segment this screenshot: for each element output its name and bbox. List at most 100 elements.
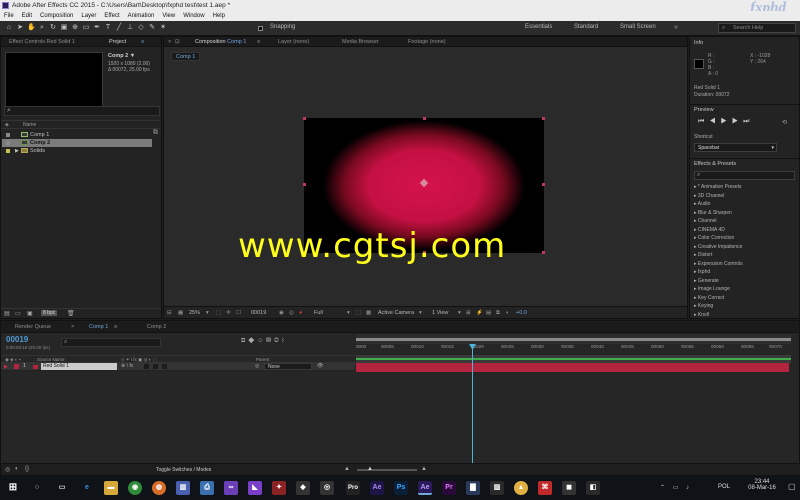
zoom-level[interactable]: 25% [189,309,200,317]
visual-studio-icon[interactable]: ∞ [224,481,238,495]
brush-tool-icon[interactable]: ╱ [115,24,123,32]
tab-footage[interactable]: Footage (none) [408,38,446,47]
effect-category[interactable]: ▸ Key Correct [694,295,724,301]
anchor-point-icon[interactable] [419,178,429,188]
current-time-field[interactable]: 00019 [251,309,266,317]
layer-switches-icon[interactable]: ◎ [5,466,10,473]
zoom-tool-icon[interactable]: ⌕ [38,24,46,32]
layer-handle[interactable] [542,117,545,120]
puppet-tool-icon[interactable]: ✶ [159,24,167,32]
zoom-out-icon[interactable]: ▲ [344,466,350,472]
layer-row[interactable]: ▶ 1 Red Solid 1 ⊕ \ fx ◎ None 👁 [1,363,355,371]
effect-category[interactable]: ▸ Expression Controls [694,261,743,267]
premiere-icon[interactable]: Pr [442,481,456,495]
reset-exposure-icon[interactable]: ◐ [506,309,509,317]
menu-animation[interactable]: Animation [124,11,159,21]
parent-dropdown[interactable]: None [264,363,312,370]
project-item[interactable]: Comp 2 [2,139,152,147]
fit-icon[interactable]: ⬚ [216,309,221,317]
column-parent[interactable]: Parent [256,357,269,362]
fast-previews-icon[interactable]: ⚡ [476,309,483,317]
current-timecode[interactable]: 00019 [6,335,28,344]
transfer-controls-icon[interactable]: ◐ [15,466,19,472]
interpret-footage-icon[interactable]: ▤ [4,310,10,317]
tab-comp-1[interactable]: Comp 1 [89,323,108,332]
pen-tool-icon[interactable]: ✒ [93,24,101,32]
firefox-icon[interactable]: ◍ [152,481,166,495]
workspace-small-screen[interactable]: Small Screen [620,24,656,30]
menu-file[interactable]: File [0,11,18,21]
effect-category[interactable]: ▸ Knoll [694,312,709,318]
printer-icon[interactable]: ⎙ [200,481,214,495]
flowchart-icon[interactable]: ⧉ [153,129,158,137]
menu-window[interactable]: Window [179,11,208,21]
chrome-icon[interactable]: ◉ [128,481,142,495]
layer-label-swatch[interactable] [14,364,19,369]
zoom-slider-handle[interactable]: ▲ [367,466,373,472]
tab-composition[interactable]: Composition Comp 1 [195,38,246,47]
shortcut-dropdown[interactable]: Spacebar ▾ [694,143,777,152]
show-snapshot-icon[interactable]: ◎ [289,309,294,317]
hand-tool-icon[interactable]: ✋ [27,24,36,32]
pan-behind-tool-icon[interactable]: ⊕ [71,24,79,32]
column-source-name[interactable]: Source Name [37,357,65,362]
project-search-input[interactable]: ⌕ [4,106,160,116]
keyboard-language[interactable]: POL [718,484,730,490]
graph-editor-icon[interactable]: ⌇ [282,338,287,344]
next-frame-icon[interactable]: ▶ [732,118,743,125]
layer-handle[interactable] [303,117,306,120]
layer-name[interactable]: Red Solid 1 [41,363,117,370]
zoom-in-icon[interactable]: ▲ [421,466,427,472]
windows-start-icon[interactable]: ⊞ [6,481,20,495]
effect-category[interactable]: ▸ Creative Impatience [694,244,742,250]
workspace-standard[interactable]: Standard [574,24,598,30]
eraser-tool-icon[interactable]: ◇ [137,24,145,32]
effect-category[interactable]: ▸ CINEMA 4D [694,227,725,233]
lock-icon[interactable]: ⊡ [175,38,180,47]
tab-effect-controls[interactable]: Effect Controls Red Solid 1 [9,38,75,47]
timeline-search-input[interactable]: ⌕ [61,338,161,347]
expand-arrow-icon[interactable]: ▶ [15,147,19,155]
frame-blending-icon[interactable]: ▥ [266,338,274,344]
new-folder-icon[interactable]: ▭ [15,310,21,317]
effect-category[interactable]: ▸ Audio [694,201,710,207]
switch-box[interactable] [153,364,158,369]
camera-tool-icon[interactable]: ▣ [60,24,68,32]
timeline-icon[interactable]: ▤ [486,309,491,317]
effect-category[interactable]: ▸ * Animation Presets [694,184,742,190]
menu-effect[interactable]: Effect [100,11,123,21]
toggle-switches-modes[interactable]: Toggle Switches / Modes [156,467,211,473]
mask-visibility-icon[interactable]: ☐ [236,309,241,317]
menu-view[interactable]: View [158,11,179,21]
new-comp-icon[interactable]: ▣ [27,310,33,317]
time-ruler[interactable]: 0000 00005 00010 00015 00020 00025 00030… [356,344,791,354]
rotate-tool-icon[interactable]: ↻ [49,24,57,32]
snapping-checkbox[interactable] [258,26,263,31]
roto-brush-icon[interactable]: ✎ [148,24,156,32]
effect-category[interactable]: ▸ Channel [694,218,717,224]
flowchart-icon[interactable]: ⧉ [496,309,500,317]
search-icon[interactable]: ○ [30,481,44,495]
project-item[interactable]: Comp 1 [2,131,160,139]
menu-edit[interactable]: Edit [18,11,36,21]
effect-category[interactable]: ▸ Color Correction [694,235,734,241]
transparency-grid-icon[interactable]: ▩ [366,309,371,317]
previous-frame-icon[interactable]: ◀ [709,118,720,125]
panel-menu-icon[interactable]: ≡ [141,38,144,47]
toggle-pixel-aspect-icon[interactable]: ⊞ [466,309,471,317]
mask-tool-icon[interactable]: ▭ [82,24,90,32]
effect-category[interactable]: ▸ Blur & Sharpen [694,210,732,216]
layer-handle[interactable] [303,183,306,186]
acrobat-icon[interactable]: ⌘ [538,481,552,495]
cinema-4d-pro-icon[interactable]: Pro [346,481,360,495]
layer-handle[interactable] [423,117,426,120]
channel-icon[interactable]: ● [299,309,302,317]
work-area-bar[interactable] [356,335,791,344]
visual-studio-code-icon[interactable]: ◣ [248,481,262,495]
app-icon[interactable]: ◧ [586,481,600,495]
trash-icon[interactable]: 🗑 [67,310,75,317]
app-icon[interactable]: ▨ [490,481,504,495]
last-frame-icon[interactable]: ⏭ [743,118,754,125]
selection-tool-icon[interactable]: ➤ [16,24,24,32]
project-comp-name[interactable]: Comp 2 ▼ [108,53,135,59]
